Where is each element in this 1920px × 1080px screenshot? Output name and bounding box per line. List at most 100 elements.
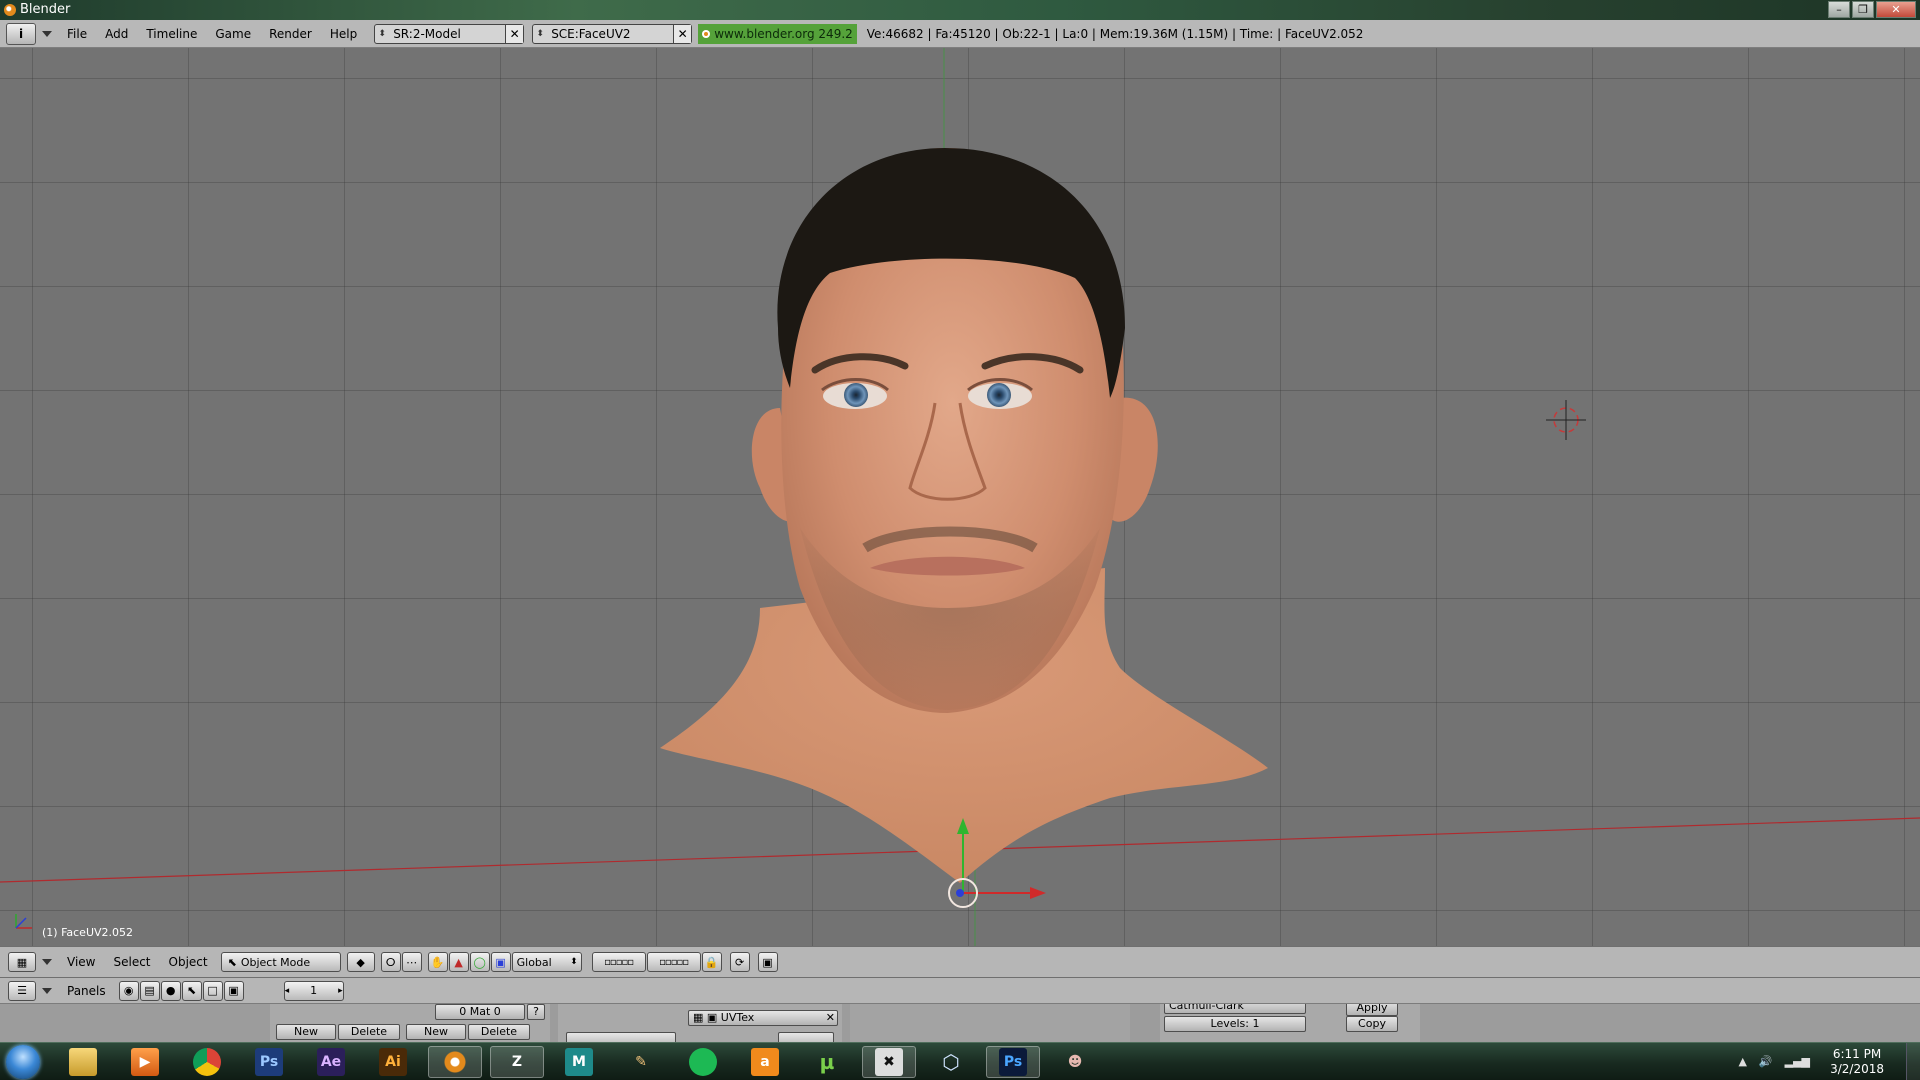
- window-type-info-button[interactable]: i: [6, 22, 36, 45]
- window-type-3d-button[interactable]: ▦: [8, 952, 36, 972]
- minimize-button[interactable]: –: [1828, 1, 1850, 18]
- blender-url-link[interactable]: www.blender.org 249.2: [698, 23, 857, 44]
- lock-layers-button[interactable]: 🔒: [701, 952, 722, 972]
- new-slot-button[interactable]: New: [406, 1024, 466, 1040]
- taskbar-explorer-button[interactable]: [56, 1046, 110, 1078]
- panels-menu[interactable]: Panels: [58, 977, 115, 1005]
- taskbar-game-button[interactable]: ☻: [1048, 1046, 1102, 1078]
- browse-scene-icon[interactable]: ⬍: [533, 29, 547, 39]
- delete-slot-button[interactable]: Delete: [468, 1024, 530, 1040]
- uv-slot-button-2[interactable]: [778, 1032, 834, 1042]
- close-button[interactable]: ✕: [1876, 1, 1916, 18]
- editing-context-button[interactable]: □: [202, 980, 223, 1001]
- logic-context-button[interactable]: ◉: [118, 980, 139, 1001]
- browse-screen-icon[interactable]: ⬍: [375, 29, 389, 39]
- taskbar-after-effects-button[interactable]: Ae: [304, 1046, 358, 1078]
- screen-name[interactable]: SR:2-Model: [389, 27, 505, 41]
- menu-add[interactable]: Add: [96, 20, 137, 48]
- taskbar-maya-button[interactable]: M: [552, 1046, 606, 1078]
- photoshop-cs-icon: Ps: [255, 1048, 283, 1076]
- rotate-button[interactable]: ◯: [469, 952, 490, 972]
- screen-selector[interactable]: ⬍ SR:2-Model ✕: [374, 23, 525, 44]
- remove-uvtex-icon[interactable]: ✕: [826, 1011, 835, 1025]
- camera-icon: ▣: [762, 955, 773, 969]
- pivot-button[interactable]: ⵔ: [380, 952, 401, 972]
- collapse-menu-icon[interactable]: [42, 30, 52, 37]
- taskbar-chrome-button[interactable]: [180, 1046, 234, 1078]
- menu-game[interactable]: Game: [206, 20, 260, 48]
- render-preview-button[interactable]: ⟳: [729, 952, 750, 972]
- menu-render[interactable]: Render: [260, 20, 321, 48]
- increment-icon: ▸: [338, 985, 343, 996]
- start-button[interactable]: [6, 1045, 40, 1079]
- collapse-menu-icon[interactable]: [42, 987, 52, 994]
- taskbar-xnormal-button[interactable]: ✖: [862, 1046, 916, 1078]
- taskbar-photoshop-cs-button[interactable]: Ps: [242, 1046, 296, 1078]
- shading-solid-icon: ◆: [356, 955, 365, 969]
- levels-field[interactable]: Levels: 1: [1164, 1016, 1306, 1032]
- object-context-button[interactable]: ⬉: [181, 980, 202, 1001]
- taskbar-zbrush-button[interactable]: Z: [490, 1046, 544, 1078]
- window-type-buttons-button[interactable]: ☰: [8, 980, 36, 1001]
- object-origin: [956, 889, 964, 897]
- amazon-icon: a: [751, 1048, 779, 1076]
- taskbar-blender-button[interactable]: [428, 1046, 482, 1078]
- shading-context-button[interactable]: ●: [160, 980, 181, 1001]
- copy-modifier-button[interactable]: Copy: [1346, 1016, 1398, 1032]
- uv-slot-button[interactable]: [566, 1032, 676, 1042]
- menu-help[interactable]: Help: [321, 20, 366, 48]
- taskbar-3d-box-button[interactable]: ⬡: [924, 1046, 978, 1078]
- maximize-button[interactable]: ❐: [1852, 1, 1874, 18]
- taskbar-amazon-button[interactable]: a: [738, 1046, 792, 1078]
- window-title: Blender: [20, 2, 71, 17]
- menu-view[interactable]: View: [58, 948, 104, 976]
- material-index-field[interactable]: 0 Mat 0: [435, 1004, 525, 1020]
- collapse-menu-icon[interactable]: [42, 959, 52, 965]
- 3d-cursor[interactable]: [1546, 400, 1586, 440]
- delete-scene-button[interactable]: ✕: [673, 24, 692, 43]
- subsurf-type-selector[interactable]: Catmull-Clark: [1164, 1004, 1306, 1014]
- frame-number-field[interactable]: ◂ 1 ▸: [283, 980, 344, 1001]
- script-context-button[interactable]: ▤: [139, 980, 160, 1001]
- active-object-label: (1) FaceUV2.052: [42, 926, 134, 939]
- scene-selector[interactable]: ⬍ SCE:FaceUV2 ✕: [532, 23, 693, 44]
- clock-time: 6:11 PM: [1832, 1047, 1882, 1061]
- delete-screen-button[interactable]: ✕: [505, 24, 524, 43]
- mode-selector[interactable]: ⬉ Object Mode: [220, 952, 341, 972]
- apply-modifier-button[interactable]: Apply: [1346, 1004, 1398, 1016]
- manipulator-toggle[interactable]: ✋: [427, 952, 448, 972]
- draw-type-button[interactable]: ◆: [346, 952, 375, 972]
- scene-name[interactable]: SCE:FaceUV2: [547, 27, 673, 41]
- clock[interactable]: 6:11 PM 3/2/2018: [1830, 1047, 1884, 1077]
- orientation-selector[interactable]: Global ⬍: [511, 952, 582, 972]
- delete-material-button[interactable]: Delete: [338, 1024, 400, 1040]
- menu-select[interactable]: Select: [104, 948, 159, 976]
- layer-buttons-1[interactable]: ▫▫▫▫▫: [591, 952, 646, 972]
- taskbar-media-player-button[interactable]: ▶: [118, 1046, 172, 1078]
- network-icon[interactable]: ▂▄▆: [1785, 1055, 1810, 1068]
- scale-button[interactable]: ▣: [490, 952, 511, 972]
- clock-date: 3/2/2018: [1830, 1062, 1884, 1076]
- taskbar-utorrent-button[interactable]: µ: [800, 1046, 854, 1078]
- new-material-button[interactable]: New: [276, 1024, 336, 1040]
- taskbar-illustrator-button[interactable]: Ai: [366, 1046, 420, 1078]
- spacer-panel: [850, 1004, 1130, 1042]
- blender-url[interactable]: www.blender.org 249.2: [714, 27, 853, 41]
- snap-button[interactable]: ⋯: [401, 952, 422, 972]
- menu-file[interactable]: File: [58, 20, 96, 48]
- menu-timeline[interactable]: Timeline: [137, 20, 206, 48]
- layer-buttons-2[interactable]: ▫▫▫▫▫: [646, 952, 701, 972]
- help-button[interactable]: ?: [527, 1004, 545, 1020]
- show-hidden-icons-icon[interactable]: ▲: [1738, 1055, 1746, 1068]
- taskbar-spotify-button[interactable]: [676, 1046, 730, 1078]
- scene-context-button[interactable]: ▣: [223, 980, 244, 1001]
- taskbar-photoshop-button[interactable]: Ps: [986, 1046, 1040, 1078]
- taskbar-pencil-button[interactable]: ✎: [614, 1046, 668, 1078]
- menu-object[interactable]: Object: [160, 948, 217, 976]
- render-button[interactable]: ▣: [757, 952, 778, 972]
- 3d-viewport[interactable]: (1) FaceUV2.052: [0, 48, 1920, 946]
- uvtex-field[interactable]: ▦ ▣ UVTex ✕: [688, 1010, 838, 1026]
- translate-button[interactable]: ▲: [448, 952, 469, 972]
- volume-icon[interactable]: 🔊: [1759, 1055, 1773, 1068]
- show-desktop-button[interactable]: [1906, 1043, 1920, 1080]
